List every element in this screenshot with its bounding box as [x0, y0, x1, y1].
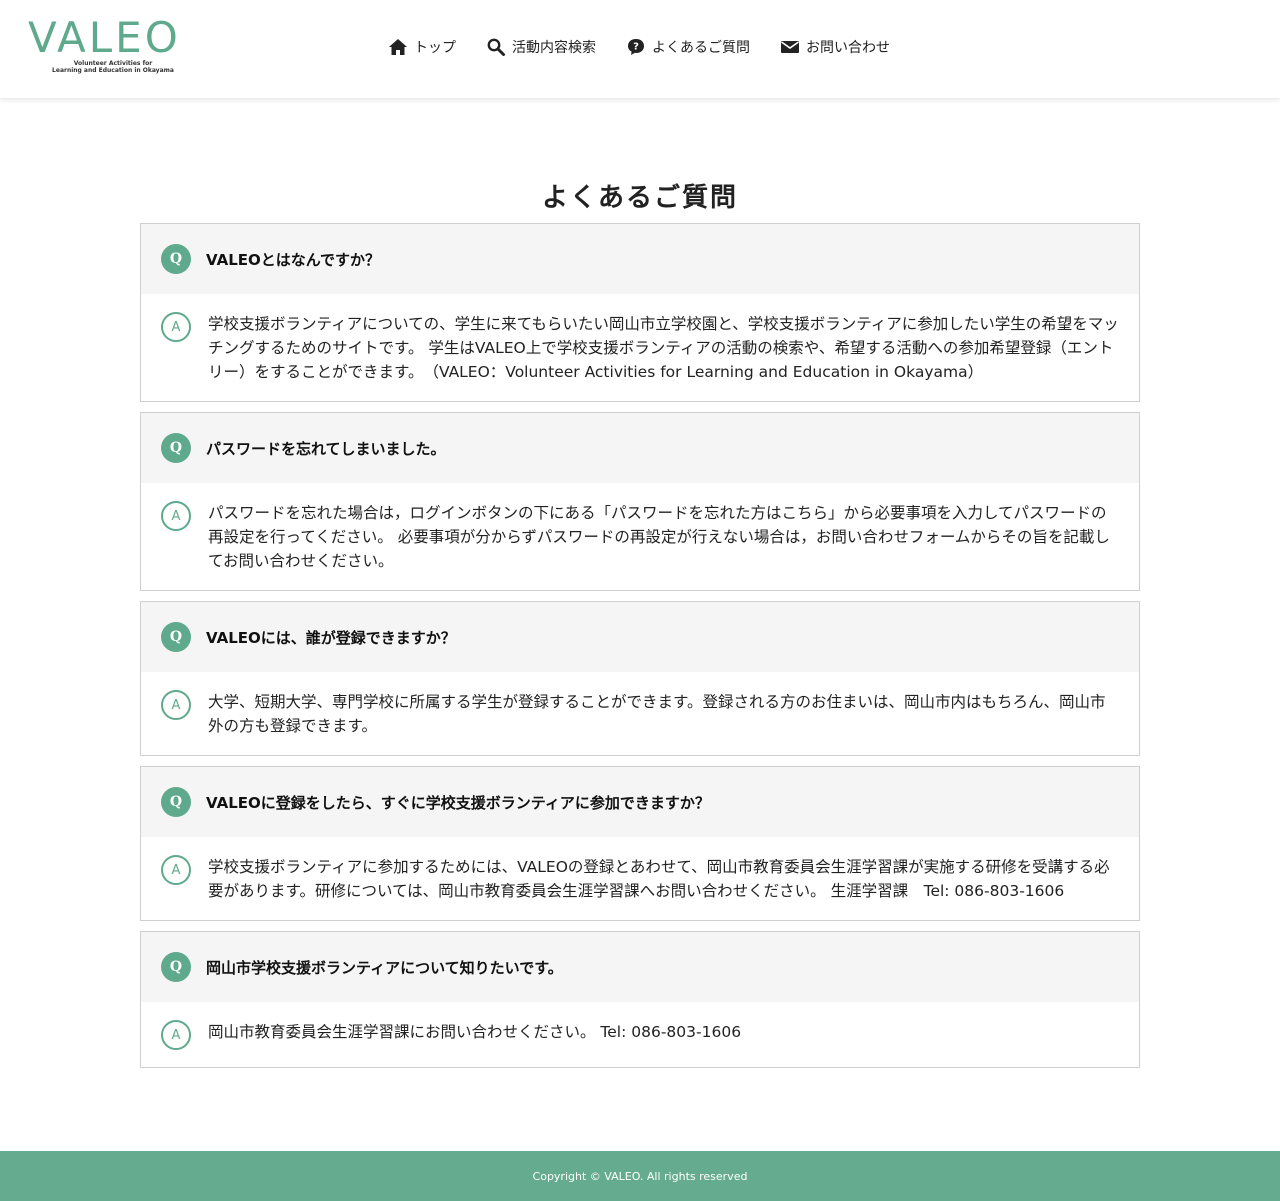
faq-question-text: パスワードを忘れてしまいました。: [206, 439, 446, 458]
answer-badge-icon: A: [161, 312, 191, 342]
page-title: よくあるご質問: [541, 183, 738, 214]
faq-question-text: VALEOとはなんですか？: [206, 250, 381, 269]
copyright-text: Copyright © VALEO. All rights reserved: [532, 1169, 748, 1183]
site-logo[interactable]: VALEO Volunteer Activities for Learning …: [28, 14, 198, 80]
answer-badge-icon: A: [161, 501, 191, 531]
nav-contact[interactable]: お問い合わせ: [780, 34, 890, 60]
nav-activity-search[interactable]: 活動内容検索: [486, 34, 596, 60]
faq-list: Q VALEOとはなんですか？ A 学校支援ボランティアについての、学生に来ても…: [140, 223, 1140, 1078]
faq-question[interactable]: Q VALEOに登録をしたら、すぐに学校支援ボランティアに参加できますか？: [141, 767, 1139, 837]
site-header: VALEO Volunteer Activities for Learning …: [0, 0, 1280, 99]
question-badge-icon: Q: [161, 433, 191, 463]
faq-item: Q VALEOに登録をしたら、すぐに学校支援ボランティアに参加できますか？ A …: [140, 766, 1140, 921]
nav-faq-label: よくあるご質問: [652, 40, 750, 56]
faq-answer: A 学校支援ボランティアに参加するためには、VALEOの登録とあわせて、岡山市教…: [141, 837, 1139, 920]
faq-question[interactable]: Q パスワードを忘れてしまいました。: [141, 413, 1139, 483]
question-badge-icon: Q: [161, 244, 191, 274]
faq-question[interactable]: Q VALEOには、誰が登録できますか？: [141, 602, 1139, 672]
nav-top[interactable]: トップ: [388, 34, 456, 60]
faq-answer-text: パスワードを忘れた場合は，ログインボタンの下にある「パスワードを忘れた方はこちら…: [208, 504, 1110, 570]
faq-answer: A パスワードを忘れた場合は，ログインボタンの下にある「パスワードを忘れた方はこ…: [141, 483, 1139, 590]
faq-answer-text: 大学、短期大学、専門学校に所属する学生が登録することができます。登録される方のお…: [208, 693, 1106, 735]
search-icon: [487, 38, 505, 56]
question-badge-icon: Q: [161, 787, 191, 817]
faq-answer: A 岡山市教育委員会生涯学習課にお問い合わせください。 Tel: 086-803…: [141, 1002, 1139, 1067]
answer-badge-icon: A: [161, 1020, 191, 1050]
svg-text:?: ?: [633, 42, 639, 53]
main-nav: トップ 活動内容検索 ? よくあるご質問 お問い合わせ: [388, 34, 920, 60]
mail-icon: [781, 41, 799, 53]
faq-item: Q パスワードを忘れてしまいました。 A パスワードを忘れた場合は，ログインボタ…: [140, 412, 1140, 591]
nav-faq[interactable]: ? よくあるご質問: [626, 34, 750, 60]
nav-activity-search-label: 活動内容検索: [512, 40, 596, 56]
answer-badge-icon: A: [161, 855, 191, 885]
logo-tagline: Volunteer Activities for Learning and Ed…: [52, 60, 174, 74]
faq-item: Q VALEOには、誰が登録できますか？ A 大学、短期大学、専門学校に所属する…: [140, 601, 1140, 756]
home-icon: [389, 39, 407, 55]
faq-answer-text: 学校支援ボランティアに参加するためには、VALEOの登録とあわせて、岡山市教育委…: [208, 858, 1110, 900]
question-badge-icon: Q: [161, 622, 191, 652]
nav-contact-label: お問い合わせ: [806, 40, 890, 56]
question-badge-icon: Q: [161, 952, 191, 982]
nav-top-label: トップ: [414, 40, 456, 56]
faq-question[interactable]: Q VALEOとはなんですか？: [141, 224, 1139, 294]
faq-item: Q 岡山市学校支援ボランティアについて知りたいです。 A 岡山市教育委員会生涯学…: [140, 931, 1140, 1068]
logo-wordmark: VALEO: [28, 13, 181, 62]
question-bubble-icon: ?: [628, 39, 644, 55]
faq-question-text: 岡山市学校支援ボランティアについて知りたいです。: [206, 958, 563, 977]
faq-question-text: VALEOに登録をしたら、すぐに学校支援ボランティアに参加できますか？: [206, 793, 710, 812]
faq-answer: A 学校支援ボランティアについての、学生に来てもらいたい岡山市立学校園と、学校支…: [141, 294, 1139, 401]
faq-answer: A 大学、短期大学、専門学校に所属する学生が登録することができます。登録される方…: [141, 672, 1139, 755]
faq-question[interactable]: Q 岡山市学校支援ボランティアについて知りたいです。: [141, 932, 1139, 1002]
site-footer: Copyright © VALEO. All rights reserved: [0, 1151, 1280, 1201]
faq-item: Q VALEOとはなんですか？ A 学校支援ボランティアについての、学生に来ても…: [140, 223, 1140, 402]
faq-answer-text: 学校支援ボランティアについての、学生に来てもらいたい岡山市立学校園と、学校支援ボ…: [208, 315, 1119, 381]
answer-badge-icon: A: [161, 690, 191, 720]
faq-answer-text: 岡山市教育委員会生涯学習課にお問い合わせください。 Tel: 086-803-1…: [208, 1023, 742, 1041]
faq-question-text: VALEOには、誰が登録できますか？: [206, 628, 456, 647]
